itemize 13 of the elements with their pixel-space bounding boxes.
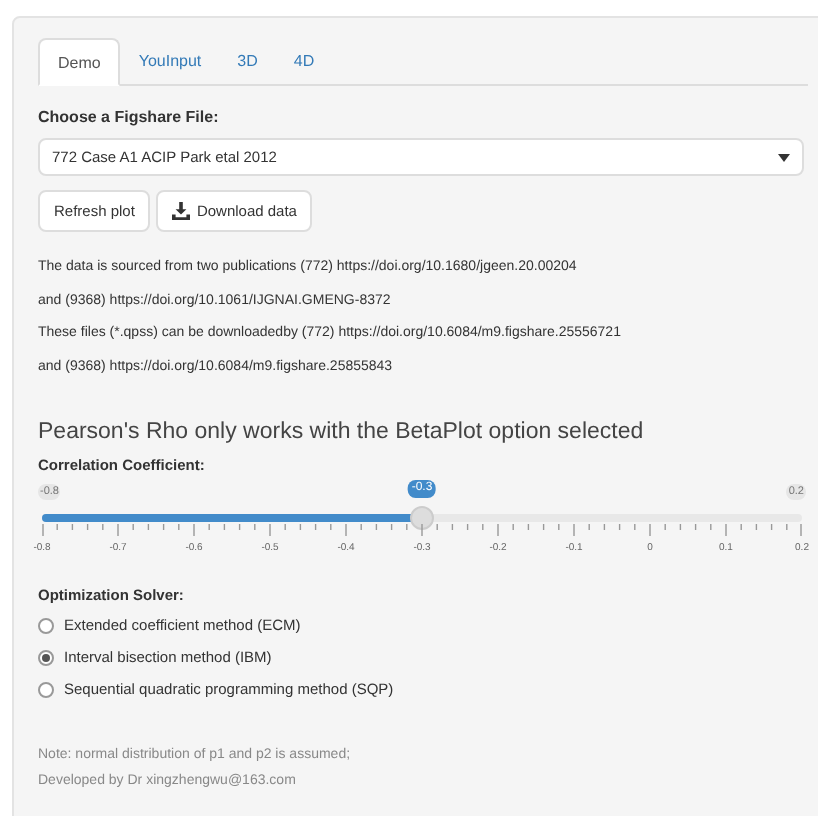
field-label: Choose a Figshare File:	[38, 106, 221, 130]
section-heading: Pearson's Rho only works with the BetaPlot option selected	[38, 418, 646, 448]
slider-track[interactable]	[42, 513, 802, 521]
slider-handle[interactable]	[410, 505, 434, 529]
radio-button[interactable]	[38, 649, 54, 666]
download-icon	[172, 202, 191, 220]
caret-icon	[778, 153, 790, 161]
tab[interactable]: 3D	[219, 38, 276, 84]
radio-button[interactable]	[38, 617, 54, 634]
radio-button[interactable]	[38, 681, 54, 698]
tab[interactable]: 4D	[275, 38, 333, 84]
tab[interactable]: Demo	[38, 38, 121, 86]
tab[interactable]: YouInput	[120, 38, 220, 84]
